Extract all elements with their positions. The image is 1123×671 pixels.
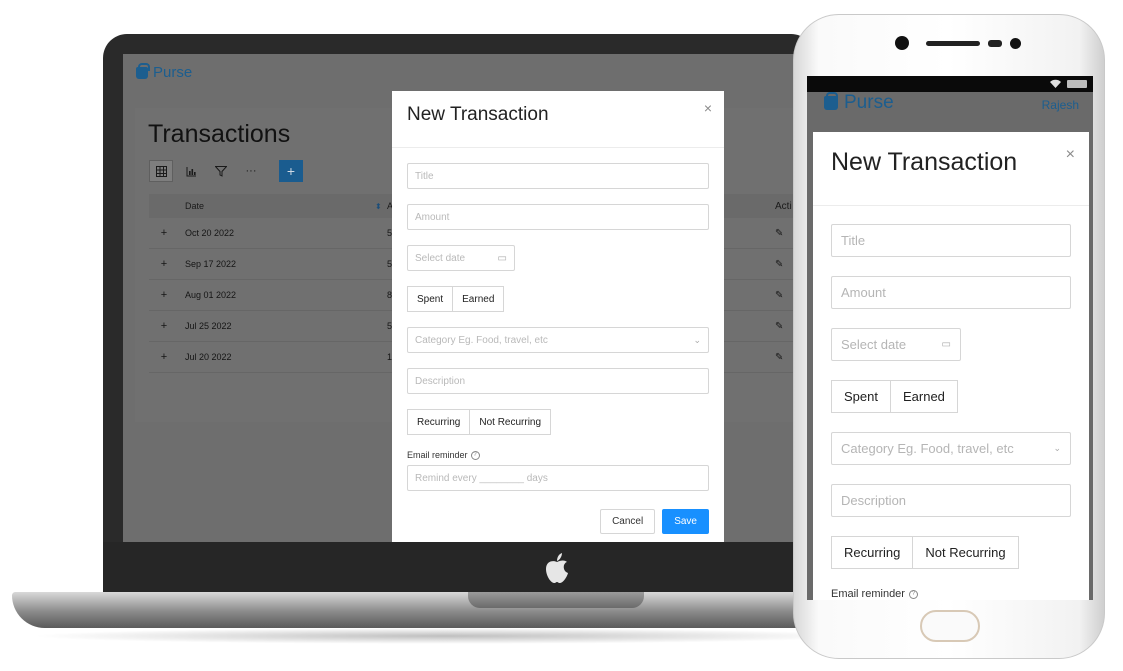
- row-date: Sep 17 2022: [185, 259, 237, 269]
- spent-option[interactable]: Spent: [831, 380, 891, 413]
- close-icon[interactable]: ×: [1066, 146, 1075, 164]
- type-toggle: Spent Earned: [831, 380, 1071, 413]
- modal-header: New Transaction ×: [392, 91, 724, 148]
- expand-row-button[interactable]: +: [149, 320, 179, 332]
- add-transaction-button[interactable]: +: [279, 160, 303, 182]
- recurring-option[interactable]: Recurring: [831, 536, 914, 569]
- modal-header: New Transaction ×: [813, 132, 1089, 206]
- title-input[interactable]: Title: [831, 224, 1071, 257]
- home-button[interactable]: [920, 610, 980, 642]
- chevron-down-icon: ⌄: [693, 334, 701, 345]
- modal-form: Title Amount Select date ▭ Spent Earned …: [407, 163, 709, 506]
- grid-view-button[interactable]: [149, 160, 173, 182]
- recurring-toggle: Recurring Not Recurring: [407, 409, 709, 435]
- category-select[interactable]: Category Eg. Food, travel, etc ⌄: [831, 432, 1071, 465]
- user-menu[interactable]: Rajesh: [1042, 98, 1079, 112]
- brand-name: Purse: [153, 64, 193, 81]
- edit-icon[interactable]: ✎: [775, 321, 795, 332]
- device-mockup: Purse Transactions ··· + Date ⬍ Acti + O…: [0, 0, 1123, 671]
- phone-sensor: [988, 40, 1002, 47]
- calendar-icon: ▭: [497, 252, 507, 264]
- modal-title: New Transaction: [407, 104, 549, 125]
- apple-logo-icon: [546, 553, 568, 583]
- edit-icon[interactable]: ✎: [775, 228, 795, 239]
- reminder-input[interactable]: Remind every ________ days: [407, 465, 709, 491]
- column-actions: Acti: [775, 200, 792, 212]
- not-recurring-option[interactable]: Not Recurring: [470, 409, 552, 435]
- type-toggle: Spent Earned: [407, 286, 709, 312]
- phone-screen: Purse Rajesh New Transaction × Title Amo…: [807, 76, 1093, 600]
- recurring-toggle: Recurring Not Recurring: [831, 536, 1071, 569]
- laptop-base: [12, 592, 872, 628]
- phone-sensor: [1010, 38, 1021, 49]
- recurring-option[interactable]: Recurring: [407, 409, 471, 435]
- brand-logo[interactable]: Purse: [136, 62, 193, 81]
- description-input[interactable]: Description: [407, 368, 709, 394]
- grid-icon: [155, 165, 167, 177]
- date-picker[interactable]: Select date ▭: [407, 245, 515, 271]
- laptop-notch: [468, 592, 644, 608]
- close-icon[interactable]: ×: [704, 100, 712, 116]
- help-icon[interactable]: ?: [470, 450, 480, 460]
- shopping-bag-icon: [136, 62, 150, 79]
- table-toolbar: ··· +: [149, 160, 303, 182]
- calendar-icon: ▭: [941, 339, 951, 350]
- modal-form: Title Amount Select date ▭ Spent Earned …: [831, 224, 1071, 600]
- shopping-bag-icon: [824, 92, 838, 110]
- more-options-button[interactable]: ···: [239, 160, 263, 182]
- save-button[interactable]: Save: [662, 509, 709, 534]
- row-date: Aug 01 2022: [185, 290, 237, 300]
- wifi-icon: [1050, 79, 1061, 88]
- cancel-button[interactable]: Cancel: [600, 509, 656, 534]
- chart-icon: [186, 166, 196, 176]
- brand-name: Purse: [844, 92, 894, 113]
- amount-input[interactable]: Amount: [407, 204, 709, 230]
- new-transaction-modal: New Transaction × Title Amount Select da…: [392, 91, 724, 543]
- edit-icon[interactable]: ✎: [775, 259, 795, 270]
- status-bar: [807, 76, 1093, 92]
- front-camera: [895, 36, 909, 50]
- earned-option[interactable]: Earned: [890, 380, 958, 413]
- battery-icon: [1067, 80, 1087, 88]
- row-date: Oct 20 2022: [185, 228, 235, 238]
- row-date: Jul 20 2022: [185, 352, 232, 362]
- not-recurring-option[interactable]: Not Recurring: [913, 536, 1019, 569]
- expand-row-button[interactable]: +: [149, 289, 179, 301]
- filter-icon: [215, 165, 227, 177]
- modal-footer: Cancel Save: [600, 509, 709, 534]
- description-input[interactable]: Description: [831, 484, 1071, 517]
- edit-icon[interactable]: ✎: [775, 352, 795, 363]
- earned-option[interactable]: Earned: [453, 286, 505, 312]
- expand-row-button[interactable]: +: [149, 227, 179, 239]
- column-date[interactable]: Date: [179, 201, 375, 211]
- row-date: Jul 25 2022: [185, 321, 232, 331]
- edit-icon[interactable]: ✎: [775, 290, 795, 301]
- new-transaction-modal: New Transaction × Title Amount Select da…: [813, 132, 1089, 600]
- brand-logo[interactable]: Purse: [824, 92, 894, 114]
- chevron-down-icon: ⌄: [1053, 443, 1061, 453]
- phone-speaker: [926, 41, 980, 46]
- reminder-label: Email reminder ?: [407, 450, 709, 460]
- category-select[interactable]: Category Eg. Food, travel, etc ⌄: [407, 327, 709, 353]
- filter-button[interactable]: [209, 160, 233, 182]
- help-icon[interactable]: ?: [908, 589, 918, 599]
- laptop-chin: [103, 542, 815, 598]
- date-picker[interactable]: Select date ▭: [831, 328, 961, 361]
- reminder-label: Email reminder ?: [831, 588, 1071, 600]
- page-title: Transactions: [148, 120, 291, 148]
- amount-input[interactable]: Amount: [831, 276, 1071, 309]
- title-input[interactable]: Title: [407, 163, 709, 189]
- modal-title: New Transaction: [831, 148, 1018, 176]
- expand-row-button[interactable]: +: [149, 258, 179, 270]
- app-header: Purse: [123, 54, 795, 94]
- spent-option[interactable]: Spent: [407, 286, 454, 312]
- chart-view-button[interactable]: [179, 160, 203, 182]
- expand-row-button[interactable]: +: [149, 351, 179, 363]
